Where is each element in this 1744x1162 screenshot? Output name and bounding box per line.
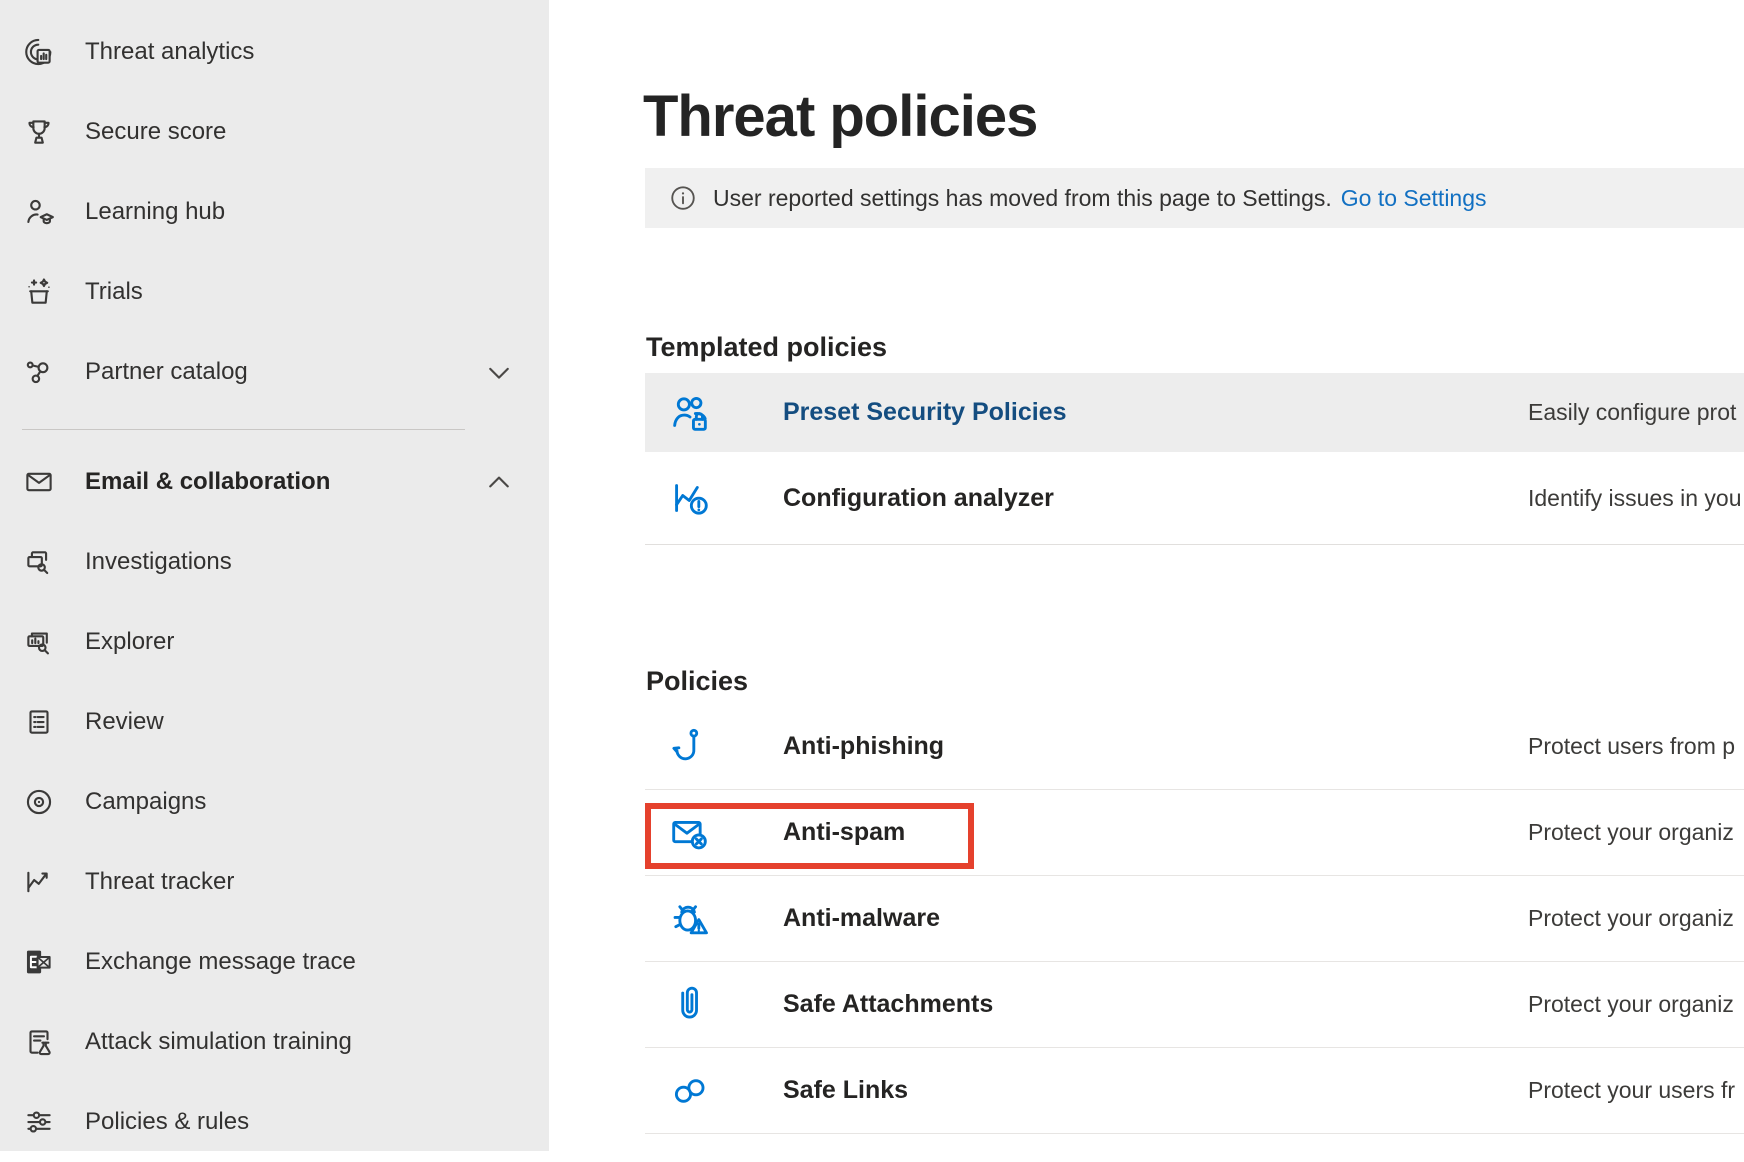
info-icon	[668, 183, 698, 213]
sidebar-item-label: Campaigns	[85, 788, 206, 816]
row-anti-spam[interactable]: Anti-spam Protect your organiz	[645, 790, 1744, 876]
sidebar-item-partner-catalog[interactable]: Partner catalog	[0, 332, 549, 412]
sidebar-item-label: Learning hub	[85, 198, 225, 226]
sidebar-item-campaigns[interactable]: Campaigns	[0, 762, 549, 842]
row-description: Protect your organiz	[1528, 819, 1734, 846]
learning-hub-icon	[22, 195, 56, 229]
policies-heading: Policies	[646, 666, 748, 697]
attack-simulation-icon	[22, 1025, 56, 1059]
row-title-link[interactable]: Preset Security Policies	[783, 398, 1066, 427]
row-title[interactable]: Anti-phishing	[783, 732, 944, 761]
row-description: Protect users from p	[1528, 733, 1735, 760]
campaigns-icon	[22, 785, 56, 819]
banner-text: User reported settings has moved from th…	[713, 185, 1332, 212]
safe-attachments-icon	[667, 982, 713, 1028]
policies-list: Anti-phishing Protect users from p Anti-…	[645, 704, 1744, 1134]
chevron-down-icon[interactable]	[484, 357, 514, 387]
sidebar-item-investigations[interactable]: Investigations	[0, 522, 549, 602]
sidebar-item-label: Exchange message trace	[85, 948, 356, 976]
row-preset-security-policies[interactable]: Preset Security Policies Easily configur…	[645, 373, 1744, 452]
row-description: Protect your users fr	[1528, 1077, 1735, 1104]
sidebar-item-label: Trials	[85, 278, 143, 306]
anti-phishing-icon	[667, 724, 713, 770]
sidebar-item-secure-score[interactable]: Secure score	[0, 92, 549, 172]
anti-malware-icon	[667, 896, 713, 942]
row-safe-links[interactable]: Safe Links Protect your users fr	[645, 1048, 1744, 1134]
row-description: Easily configure prot	[1528, 399, 1736, 426]
row-anti-malware[interactable]: Anti-malware Protect your organiz	[645, 876, 1744, 962]
row-description: Protect your organiz	[1528, 905, 1734, 932]
go-to-settings-link[interactable]: Go to Settings	[1341, 185, 1487, 212]
sidebar-item-threat-analytics[interactable]: Threat analytics	[0, 12, 549, 92]
investigations-icon	[22, 545, 56, 579]
sidebar-item-email-collaboration[interactable]: Email & collaboration	[0, 442, 549, 522]
templated-policies-heading: Templated policies	[646, 332, 887, 363]
sidebar-divider	[22, 429, 465, 430]
review-icon	[22, 705, 56, 739]
trials-icon	[22, 275, 56, 309]
sidebar-item-policies-rules[interactable]: Policies & rules	[0, 1082, 549, 1162]
explorer-icon	[22, 625, 56, 659]
row-configuration-analyzer[interactable]: Configuration analyzer Identify issues i…	[645, 452, 1744, 544]
sidebar-item-attack-simulation-training[interactable]: Attack simulation training	[0, 1002, 549, 1082]
sidebar-item-explorer[interactable]: Explorer	[0, 602, 549, 682]
sidebar-item-exchange-message-trace[interactable]: Exchange message trace	[0, 922, 549, 1002]
configuration-analyzer-icon	[667, 475, 713, 521]
info-banner: User reported settings has moved from th…	[645, 168, 1744, 228]
sidebar-item-trials[interactable]: Trials	[0, 252, 549, 332]
sidebar-item-threat-tracker[interactable]: Threat tracker	[0, 842, 549, 922]
safe-links-icon	[667, 1068, 713, 1114]
sidebar-item-label: Attack simulation training	[85, 1028, 352, 1056]
anti-spam-icon	[667, 810, 713, 856]
sidebar-item-label: Threat tracker	[85, 868, 234, 896]
policies-rules-icon	[22, 1105, 56, 1139]
sidebar-item-label: Investigations	[85, 548, 232, 576]
trophy-icon	[22, 115, 56, 149]
sidebar-item-label: Email & collaboration	[85, 468, 330, 496]
row-title[interactable]: Configuration analyzer	[783, 484, 1054, 513]
row-title[interactable]: Safe Links	[783, 1076, 908, 1105]
sidebar-item-label: Explorer	[85, 628, 174, 656]
sidebar-item-label: Partner catalog	[85, 358, 248, 386]
row-title[interactable]: Safe Attachments	[783, 990, 993, 1019]
preset-security-policies-icon	[667, 390, 713, 436]
email-icon	[22, 465, 56, 499]
row-description: Protect your organiz	[1528, 991, 1734, 1018]
chevron-up-icon[interactable]	[484, 467, 514, 497]
exchange-icon	[22, 945, 56, 979]
sidebar-item-label: Policies & rules	[85, 1108, 249, 1136]
row-description: Identify issues in you	[1528, 485, 1742, 512]
section-divider	[645, 544, 1744, 545]
row-title[interactable]: Anti-spam	[783, 818, 905, 847]
page-title: Threat policies	[643, 83, 1037, 150]
sidebar-item-learning-hub[interactable]: Learning hub	[0, 172, 549, 252]
partner-catalog-icon	[22, 355, 56, 389]
sidebar-item-label: Secure score	[85, 118, 226, 146]
sidebar-item-review[interactable]: Review	[0, 682, 549, 762]
threat-analytics-icon	[22, 35, 56, 69]
sidebar-item-label: Threat analytics	[85, 38, 254, 66]
row-title[interactable]: Anti-malware	[783, 904, 940, 933]
row-anti-phishing[interactable]: Anti-phishing Protect users from p	[645, 704, 1744, 790]
sidebar: Threat analytics Secure score Learning h…	[0, 0, 549, 1151]
threat-tracker-icon	[22, 865, 56, 899]
sidebar-item-label: Review	[85, 708, 164, 736]
row-safe-attachments[interactable]: Safe Attachments Protect your organiz	[645, 962, 1744, 1048]
